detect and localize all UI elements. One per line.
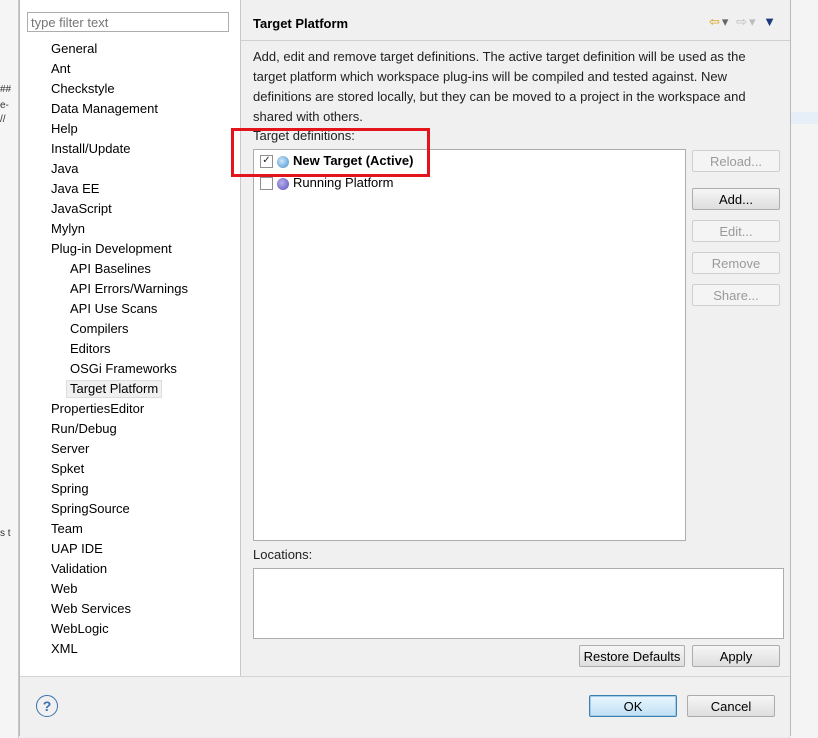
tree-item-ant[interactable]: Ant (51, 60, 71, 78)
tree-item-weblogic[interactable]: WebLogic (51, 620, 109, 638)
target-definitions-list[interactable]: ✓ New Target (Active) Running Platform (253, 149, 686, 541)
tree-item-team[interactable]: Team (51, 520, 83, 538)
back-arrow-icon[interactable]: ⇦ (709, 14, 722, 29)
tree-item-data-management[interactable]: Data Management (51, 100, 158, 118)
tree-item-api-use-scans[interactable]: API Use Scans (70, 300, 157, 318)
target-label: Running Platform (293, 175, 394, 190)
tree-item-plug-in-development[interactable]: Plug-in Development (51, 240, 172, 258)
tree-item-javascript[interactable]: JavaScript (51, 200, 112, 218)
tree-item-osgi-frameworks[interactable]: OSGi Frameworks (70, 360, 177, 378)
cancel-button[interactable]: Cancel (687, 695, 775, 717)
tree-item-propertieseditor[interactable]: PropertiesEditor (51, 400, 144, 418)
tree-item-api-errors-warnings[interactable]: API Errors/Warnings (70, 280, 188, 298)
preference-page: Target Platform ⇦▾ ⇨▾ ▼ Add, edit and re… (241, 0, 790, 676)
reload-button[interactable]: Reload... (692, 150, 780, 172)
tree-item-spket[interactable]: Spket (51, 460, 84, 478)
background-text: e- (0, 100, 9, 111)
add-button[interactable]: Add... (692, 188, 780, 210)
filter-input[interactable] (27, 12, 229, 32)
tree-item-validation[interactable]: Validation (51, 560, 107, 578)
dialog-button-bar: ? OK Cancel (20, 676, 790, 737)
tree-item-target-platform[interactable]: Target Platform (66, 380, 163, 398)
tree-item-general[interactable]: General (51, 40, 97, 58)
restore-defaults-button[interactable]: Restore Defaults (579, 645, 685, 667)
background-text: // (0, 114, 6, 125)
forward-dropdown-icon[interactable]: ▾ (749, 14, 758, 29)
background-text: s t (0, 528, 11, 539)
title-separator (241, 40, 790, 41)
tree-item-run-debug[interactable]: Run/Debug (51, 420, 117, 438)
background-window-right (789, 0, 818, 738)
locations-box[interactable] (253, 568, 784, 639)
apply-button[interactable]: Apply (692, 645, 780, 667)
tree-item-mylyn[interactable]: Mylyn (51, 220, 85, 238)
running-platform-icon (277, 177, 289, 190)
ok-button[interactable]: OK (589, 695, 677, 717)
tree-item-web-services[interactable]: Web Services (51, 600, 131, 618)
page-description: Add, edit and remove target definitions.… (253, 49, 746, 124)
remove-button[interactable]: Remove (692, 252, 780, 274)
tree-item-server[interactable]: Server (51, 440, 89, 458)
tree-item-uap-ide[interactable]: UAP IDE (51, 540, 103, 558)
tree-item-springsource[interactable]: SpringSource (51, 500, 130, 518)
background-window-left: ## e- // s t (0, 0, 19, 738)
view-menu-icon[interactable]: ▼ (763, 14, 778, 29)
background-text: ## (0, 84, 12, 95)
help-icon[interactable]: ? (36, 695, 58, 717)
forward-arrow-icon[interactable]: ⇨ (736, 14, 749, 29)
locations-label: Locations: (253, 547, 313, 562)
tree-item-api-baselines[interactable]: API Baselines (70, 260, 151, 278)
tree-item-xml[interactable]: XML (51, 640, 78, 658)
preferences-navigation: General Ant Checkstyle Data Management H… (20, 0, 241, 676)
tree-item-java[interactable]: Java (51, 160, 78, 178)
preferences-dialog: General Ant Checkstyle Data Management H… (19, 0, 791, 737)
page-title: Target Platform (253, 16, 349, 31)
tree-item-help[interactable]: Help (51, 120, 78, 138)
edit-button[interactable]: Edit... (692, 220, 780, 242)
highlight-annotation (231, 128, 430, 177)
tree-item-web[interactable]: Web (51, 580, 78, 598)
tree-item-checkstyle[interactable]: Checkstyle (51, 80, 115, 98)
target-checkbox[interactable] (260, 177, 273, 191)
tree-item-java-ee[interactable]: Java EE (51, 180, 99, 198)
page-navigation: ⇦▾ ⇨▾ ▼ (709, 14, 778, 30)
tree-item-compilers[interactable]: Compilers (70, 320, 129, 338)
tree-item-spring[interactable]: Spring (51, 480, 89, 498)
tree-item-install-update[interactable]: Install/Update (51, 140, 131, 158)
share-button[interactable]: Share... (692, 284, 780, 306)
tree-item-editors[interactable]: Editors (70, 340, 110, 358)
back-dropdown-icon[interactable]: ▾ (722, 14, 731, 29)
